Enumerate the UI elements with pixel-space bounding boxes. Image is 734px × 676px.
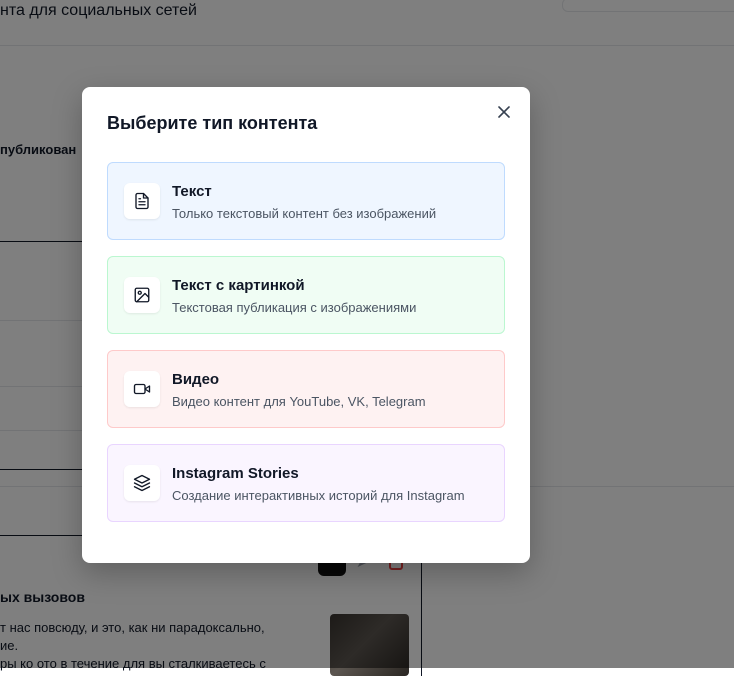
close-button[interactable] xyxy=(494,102,514,122)
option-title: Instagram Stories xyxy=(172,465,299,482)
option-description: Создание интерактивных историй для Insta… xyxy=(172,488,465,503)
option-icon-box xyxy=(124,277,160,313)
option-title: Текст с картинкой xyxy=(172,277,305,294)
option-description: Видео контент для YouTube, VK, Telegram xyxy=(172,394,426,409)
option-icon-box xyxy=(124,465,160,501)
option-icon-box xyxy=(124,183,160,219)
modal-title: Выберите тип контента xyxy=(107,113,318,133)
video-icon xyxy=(133,383,151,395)
document-icon xyxy=(135,192,149,210)
option-title: Текст xyxy=(172,183,212,200)
layers-icon xyxy=(133,474,151,492)
image-icon xyxy=(134,287,150,303)
option-description: Только текстовый контент без изображений xyxy=(172,206,437,221)
content-type-modal: Выберите тип контента Текст Только текст… xyxy=(82,87,530,563)
option-video[interactable]: Видео Видео контент для YouTube, VK, Tel… xyxy=(107,350,505,428)
option-text-with-image[interactable]: Текст с картинкой Текстовая публикация с… xyxy=(107,256,505,334)
option-icon-box xyxy=(124,371,160,407)
option-title: Видео xyxy=(172,371,220,388)
close-icon xyxy=(498,106,510,118)
option-instagram-stories[interactable]: Instagram Stories Создание интерактивных… xyxy=(107,444,505,522)
option-text[interactable]: Текст Только текстовый контент без изобр… xyxy=(107,162,505,240)
option-description: Текстовая публикация с изображениями xyxy=(172,300,417,315)
